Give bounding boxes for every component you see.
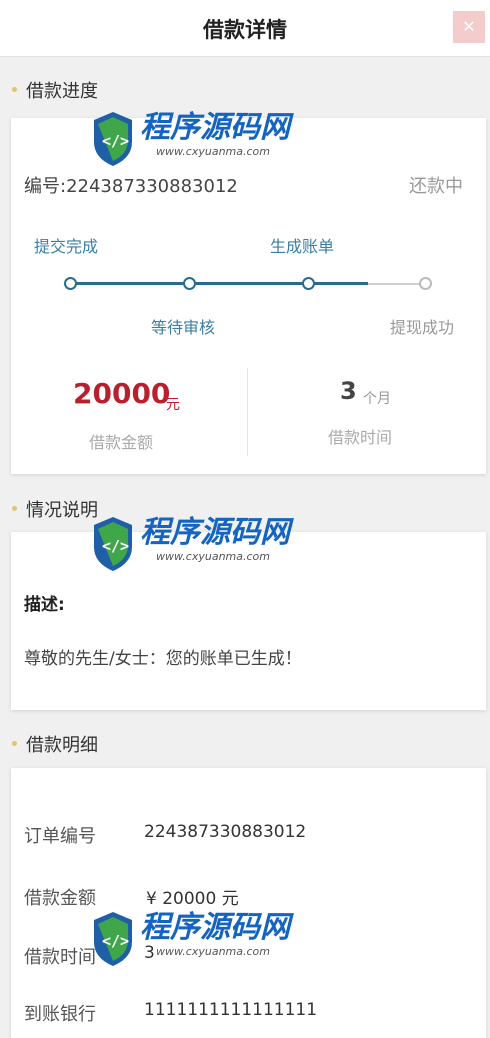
step-node-submitted xyxy=(64,277,77,290)
loan-amount-value: 20000 xyxy=(73,377,171,410)
situation-card xyxy=(11,532,486,710)
detail-label-order: 订单编号 xyxy=(24,826,96,847)
loan-amount-unit: 元 xyxy=(166,397,180,413)
situation-section-title: 情况说明 xyxy=(26,500,98,521)
page-title: 借款详情 xyxy=(203,18,287,42)
step-node-withdrawn xyxy=(419,277,432,290)
detail-value-order: 224387330883012 xyxy=(144,822,307,842)
progress-track-pending xyxy=(368,283,424,285)
progress-section-title: 借款进度 xyxy=(26,81,98,102)
status-badge: 还款中 xyxy=(409,176,463,197)
close-icon[interactable]: ✕ xyxy=(453,11,485,43)
detail-value-term: 3 xyxy=(144,943,155,963)
section-dot xyxy=(12,506,17,511)
order-number: 编号:224387330883012 xyxy=(24,176,238,197)
loan-amount-label: 借款金额 xyxy=(89,433,154,452)
details-section-title: 借款明细 xyxy=(26,735,98,756)
step-node-reviewing xyxy=(183,277,196,290)
step-label-withdrawn: 提现成功 xyxy=(390,318,455,337)
loan-term-unit: 个月 xyxy=(363,391,391,407)
detail-label-amount: 借款金额 xyxy=(24,888,96,909)
step-label-bill-generated: 生成账单 xyxy=(270,237,335,256)
divider xyxy=(247,368,248,456)
section-dot xyxy=(12,87,17,92)
detail-label-term: 借款时间 xyxy=(24,947,96,968)
step-label-submitted: 提交完成 xyxy=(34,237,99,256)
detail-value-bank: 1111111111111111 xyxy=(144,1000,318,1020)
loan-term-value: 3 xyxy=(340,377,357,405)
description-text: 尊敬的先生/女士：您的账单已生成！ xyxy=(24,649,302,669)
detail-value-amount: ¥ 20000 元 xyxy=(146,889,239,909)
step-node-bill-generated xyxy=(302,277,315,290)
progress-track-done xyxy=(70,282,368,285)
step-label-reviewing: 等待审核 xyxy=(151,318,216,337)
section-dot xyxy=(12,741,17,746)
detail-label-bank: 到账银行 xyxy=(24,1004,96,1025)
header-bar: 借款详情 ✕ xyxy=(0,0,490,57)
loan-term-label: 借款时间 xyxy=(328,428,393,447)
description-label: 描述: xyxy=(24,595,65,615)
